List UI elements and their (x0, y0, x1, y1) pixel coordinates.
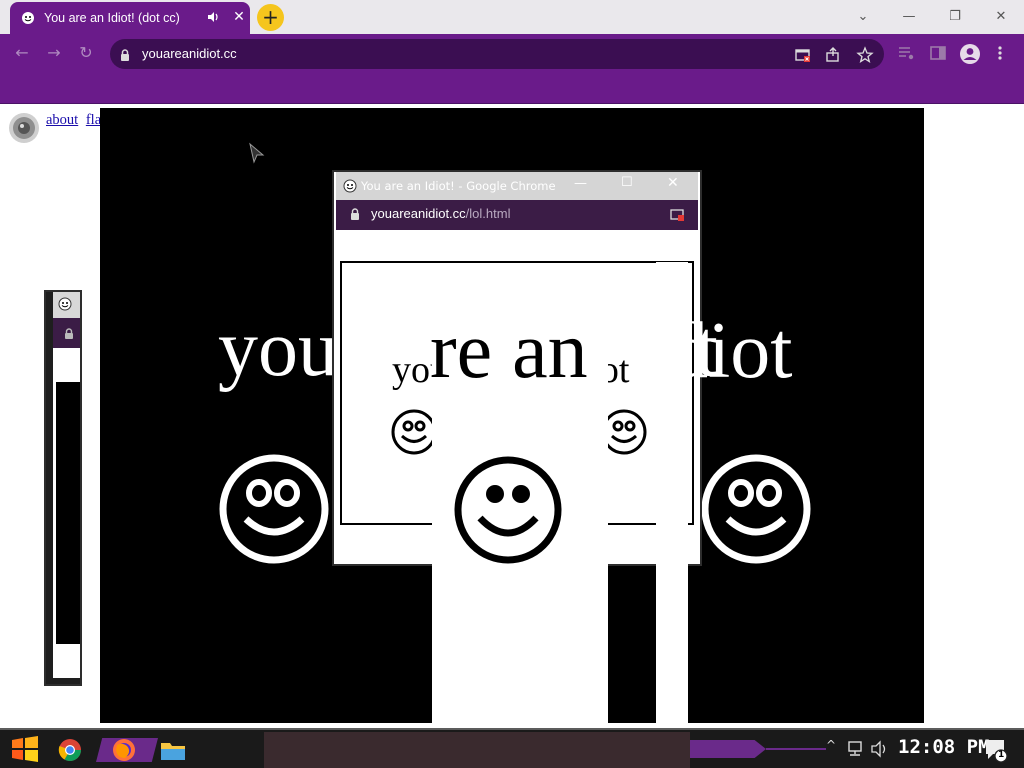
address-bar[interactable]: youareanidiot.cc (110, 39, 884, 69)
popup-titlebar[interactable]: You are an Idiot! - Google Chrome — ☐ ✕ (336, 172, 698, 200)
tab-strip: You are an Idiot! (dot cc) ✕ + ⌄ — ❐ ✕ (0, 0, 1024, 34)
volume-icon[interactable] (870, 740, 890, 758)
popup-blocked-icon[interactable] (670, 207, 686, 223)
media-control-icon[interactable] (896, 43, 916, 63)
popup-blocked-icon[interactable] (794, 46, 812, 64)
overlay-headline-fragment: re an (430, 307, 588, 395)
share-icon[interactable] (824, 46, 842, 64)
popup-smiley-left-icon (391, 409, 437, 455)
lock-icon[interactable] (120, 47, 130, 66)
firefox-app-icon[interactable] (112, 738, 136, 762)
notification-center-icon[interactable] (984, 738, 1010, 764)
popup-close-button[interactable]: ✕ (667, 175, 679, 191)
back-icon[interactable]: ← (10, 42, 34, 64)
lock-icon (65, 328, 73, 339)
taskbar-clock[interactable]: 12:08 PM (898, 736, 990, 758)
popup-maximize-button[interactable]: ☐ (621, 175, 633, 190)
bookmarks-bar (0, 72, 1024, 104)
smiley-favicon-icon (21, 11, 35, 28)
active-tab[interactable]: You are an Idiot! (dot cc) ✕ (10, 2, 250, 34)
tab-close-icon[interactable]: ✕ (230, 8, 248, 26)
network-icon[interactable] (846, 741, 864, 757)
smiley-center-icon (454, 456, 562, 564)
popup-title: You are an Idiot! - Google Chrome (361, 179, 556, 193)
tab-search-icon[interactable]: ⌄ (848, 6, 878, 28)
popup-window-left[interactable] (46, 292, 80, 684)
smiley-left-icon (219, 454, 329, 564)
profile-avatar-icon[interactable] (959, 43, 980, 64)
overlay-headline-fragment-right: diot (668, 307, 793, 395)
bookmark-star-icon[interactable] (856, 46, 874, 64)
smiley-right-icon (701, 454, 811, 564)
popup-address-bar[interactable]: youareanidiot.cc/lol.html (336, 200, 698, 230)
more-menu-icon[interactable] (996, 43, 1016, 63)
reload-icon[interactable]: ↻ (74, 42, 98, 64)
url-text: youareanidiot.cc (142, 46, 237, 61)
side-panel-icon[interactable] (928, 43, 948, 63)
audio-playing-icon[interactable] (206, 10, 220, 27)
popup-url-host: youareanidiot.cc (371, 206, 466, 221)
smiley-favicon-icon (343, 179, 357, 193)
browser-toolbar: ← → ↻ youareanidiot.cc (0, 34, 1024, 72)
notification-count: 1 (998, 750, 1005, 760)
smiley-favicon-icon (58, 297, 72, 311)
lock-icon (351, 208, 359, 220)
about-link[interactable]: about (46, 112, 78, 128)
close-window-button[interactable]: ✕ (986, 6, 1016, 28)
taskbar-active-window[interactable] (264, 732, 690, 768)
show-hidden-icons-icon[interactable]: ^ (826, 738, 836, 752)
minimize-button[interactable]: — (894, 6, 924, 28)
forward-icon[interactable]: → (42, 42, 66, 64)
speaker-icon[interactable] (8, 112, 40, 148)
new-tab-button[interactable]: + (257, 4, 284, 31)
file-explorer-icon[interactable] (160, 738, 186, 762)
taskbar: ^ 12:08 PM 1 (0, 728, 1024, 768)
popup-minimize-button[interactable]: — (574, 176, 587, 191)
chrome-app-icon[interactable] (58, 738, 82, 762)
cursor-icon (249, 142, 265, 164)
popup-url-path: /lol.html (465, 206, 511, 221)
tab-title: You are an Idiot! (dot cc) (44, 11, 180, 25)
start-button-icon[interactable] (10, 735, 40, 763)
restore-button[interactable]: ❐ (940, 6, 970, 28)
